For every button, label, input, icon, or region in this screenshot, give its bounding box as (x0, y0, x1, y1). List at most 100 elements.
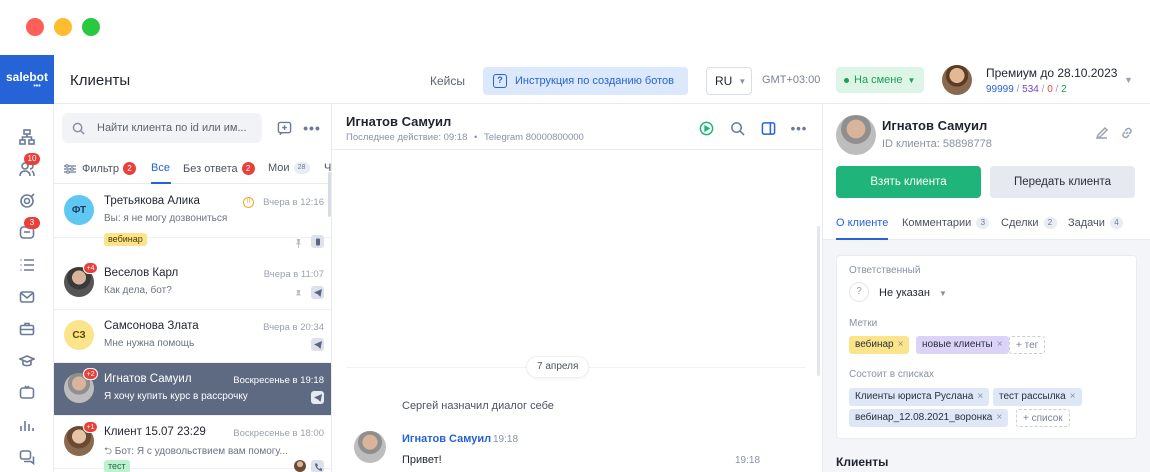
clients-panel: ••• Фильтр 2 Все Без ответа 2 Мои 28 Ч Ф… (54, 104, 332, 472)
nav-tv-icon[interactable] (18, 384, 36, 402)
window-titlebar (0, 0, 1150, 55)
client-last-message: Мне нужна помощь (104, 338, 195, 349)
client-name: Третьякова Алика (104, 195, 200, 207)
add-list-button[interactable]: + список (1016, 409, 1070, 427)
pass-client-button[interactable]: Передать клиента (990, 166, 1135, 198)
telegram-icon (311, 391, 324, 404)
client-last-message-text: Бот: Я с удовольствием вам помогу... (114, 446, 288, 457)
instruction-button[interactable]: ? Инструкция по созданию ботов (483, 67, 688, 95)
filter-icon (64, 163, 76, 174)
add-tag-button[interactable]: + тег (1009, 336, 1046, 354)
tab-unanswered-badge: 2 (241, 162, 255, 175)
client-last-message: Как дела, бот? (104, 285, 172, 296)
client-time: Вчера в 20:34 (263, 322, 324, 333)
tag-chip[interactable]: новые клиенты × (916, 336, 1009, 354)
user-avatar[interactable] (942, 65, 972, 95)
client-last-message: Я хочу купить курс в рассрочку (104, 391, 248, 402)
client-name: Игнатов Самуил (104, 373, 192, 385)
client-details-card: Ответственный ? Не указан ▼ Метки вебина… (836, 255, 1137, 439)
nav-chat-icon[interactable]: 3 (18, 217, 40, 242)
nav-messages-icon[interactable] (18, 448, 36, 466)
nav-graduation-icon[interactable] (18, 352, 36, 370)
more-options-icon[interactable]: ••• (303, 120, 320, 136)
timezone-label: GMT+03:00 (762, 74, 821, 86)
telegram-icon (311, 286, 324, 299)
pin-icon[interactable] (294, 288, 304, 298)
maximize-window-button[interactable] (82, 18, 100, 36)
tab-tasks-badge: 4 (1109, 217, 1123, 229)
more-options-icon[interactable]: ••• (791, 120, 807, 136)
clients-section-title: Клиенты (836, 455, 889, 469)
date-separator: 7 апреля (526, 356, 590, 378)
system-message: Сергей назначил диалог себе (402, 400, 554, 412)
tab-deals[interactable]: Сделки 2 (1001, 217, 1057, 229)
nav-sitemap-icon[interactable] (18, 128, 36, 146)
chevron-down-icon: ▼ (938, 289, 947, 298)
remove-tag-icon[interactable]: × (898, 339, 904, 350)
tab-filter-label: Фильтр (82, 162, 119, 175)
pin-icon[interactable] (294, 237, 304, 248)
remove-list-icon[interactable]: × (996, 412, 1002, 423)
new-chat-icon[interactable] (276, 120, 292, 136)
client-item-selected[interactable]: +2 Игнатов Самуил Воскресенье в 19:18 Я … (54, 363, 331, 416)
play-icon[interactable] (698, 120, 714, 136)
remove-tag-icon[interactable]: × (997, 339, 1003, 350)
tab-about-client[interactable]: О клиенте (836, 217, 888, 229)
client-search[interactable] (62, 113, 262, 143)
list-chip-label: тест рассылка (999, 391, 1066, 402)
list-chip[interactable]: Клиенты юриста Руслана × (849, 388, 990, 406)
chat-header: Игнатов Самуил Последнее действие: 09:18… (332, 104, 822, 150)
shift-status-select[interactable]: На смене ▼ (836, 67, 924, 93)
sidebar-toggle-icon[interactable] (760, 120, 776, 136)
nav-mail-icon[interactable] (18, 288, 36, 306)
chat-scrollbar[interactable] (817, 226, 820, 376)
client-item[interactable]: +4 Веселов Карл Вчера в 11:07 Как дела, … (54, 257, 331, 310)
tab-unanswered-label: Без ответа (183, 162, 238, 175)
salebot-logo[interactable]: salebot ••• (0, 55, 54, 104)
tab-comments-label: Комментарии (902, 217, 972, 229)
tab-comments[interactable]: Комментарии 3 (902, 217, 990, 229)
tags-label: Метки (849, 318, 878, 329)
chat-badge: 3 (24, 217, 40, 229)
close-window-button[interactable] (26, 18, 44, 36)
cases-link[interactable]: Кейсы (430, 74, 465, 88)
client-info-tabs: О клиенте Комментарии 3 Сделки 2 Задачи … (823, 210, 1150, 240)
remove-list-icon[interactable]: × (1070, 391, 1076, 402)
separator-dot: • (474, 132, 478, 143)
edit-icon[interactable] (1095, 126, 1111, 142)
tab-tasks-label: Задачи (1068, 217, 1105, 229)
take-client-button[interactable]: Взять клиента (836, 166, 981, 198)
logo-dots: ••• (33, 82, 41, 90)
tab-all[interactable]: Все (151, 162, 170, 174)
client-last-message: Вы: я не могу дозвониться (104, 213, 228, 224)
nav-list-icon[interactable] (18, 256, 36, 274)
remove-list-icon[interactable]: × (977, 391, 983, 402)
message-author: Игнатов Самуил (402, 433, 492, 445)
list-chip[interactable]: вебинар_12.08.2021_воронка × (849, 409, 1009, 427)
minimize-window-button[interactable] (54, 18, 72, 36)
nav-briefcase-icon[interactable] (18, 320, 36, 338)
client-item[interactable]: ФТ Третьякова Алика II Вчера в 12:16 Вы:… (54, 185, 331, 248)
nav-target-icon[interactable] (18, 192, 36, 210)
unknown-user-icon: ? (849, 282, 869, 302)
client-item[interactable]: +1 Клиент 15.07 23:29 Воскресенье в 18:0… (54, 416, 331, 472)
shift-status-label: На смене (854, 74, 903, 86)
tag-chip[interactable]: вебинар × (849, 336, 910, 354)
nav-users-icon[interactable]: 10 (18, 153, 40, 178)
tab-unanswered[interactable]: Без ответа 2 (183, 162, 255, 175)
tag-chip-label: новые клиенты (922, 339, 993, 350)
search-icon[interactable] (729, 120, 745, 136)
client-search-input[interactable] (97, 122, 257, 134)
tab-mine[interactable]: Мои 28 (268, 162, 310, 174)
responsible-select[interactable]: Не указан ▼ (879, 287, 947, 299)
tab-filter[interactable]: Фильтр 2 (64, 162, 136, 175)
nav-bar-chart-icon[interactable] (18, 416, 36, 434)
link-icon[interactable] (1120, 126, 1136, 142)
language-select[interactable]: RU ▼ (706, 67, 752, 95)
list-chip[interactable]: тест рассылка × (993, 388, 1082, 406)
client-item[interactable]: СЗ Самсонова Злата Вчера в 20:34 Мне нуж… (54, 310, 331, 363)
client-time: Воскресенье в 19:18 (233, 375, 324, 386)
tab-tasks[interactable]: Задачи 4 (1068, 217, 1123, 229)
logo-text: salebot (5, 69, 48, 84)
account-chevron-icon[interactable]: ▼ (1124, 75, 1133, 85)
